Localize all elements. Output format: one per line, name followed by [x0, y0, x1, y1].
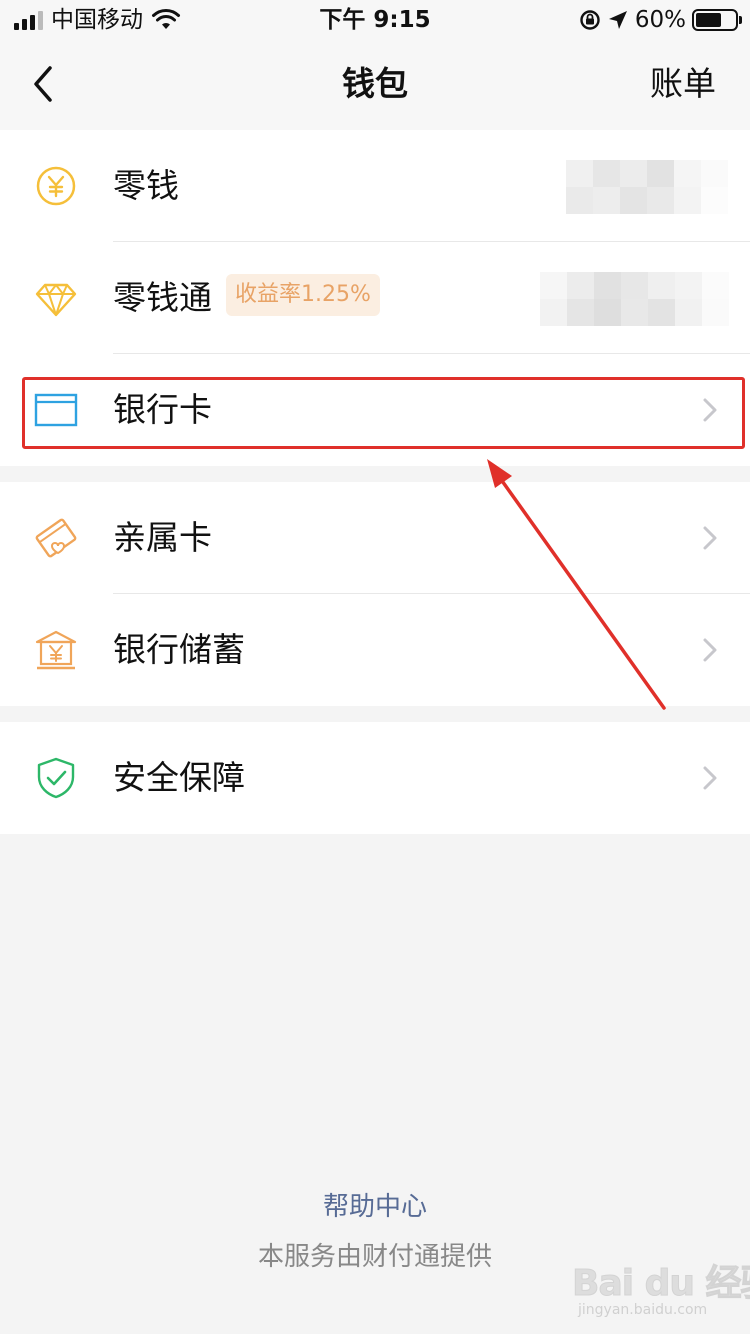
chevron-right-icon — [703, 766, 717, 790]
row-family-card[interactable]: 亲属卡 — [0, 482, 750, 594]
yield-badge: 收益率1.25% — [226, 274, 380, 316]
row-security[interactable]: 安全保障 — [0, 722, 750, 834]
watermark-url: jingyan.baidu.com — [578, 1302, 708, 1318]
services-group: 亲属卡 银行储蓄 — [0, 482, 750, 706]
rotation-lock-icon — [580, 10, 600, 30]
balance-blurred — [566, 160, 728, 214]
security-group: 安全保障 — [0, 722, 750, 834]
watermark-logo: Bai du 经验 — [572, 1263, 750, 1305]
nav-bar: 钱包 账单 — [0, 40, 750, 130]
shield-check-icon — [37, 757, 75, 799]
status-bar: 中国移动 下午 9:15 60% — [0, 0, 750, 40]
lingqiantong-balance-blurred — [540, 272, 729, 326]
chevron-right-icon — [703, 638, 717, 662]
row-family-card-label: 亲属卡 — [113, 518, 212, 557]
row-bank-savings-label: 银行储蓄 — [113, 630, 245, 669]
yuan-coin-icon — [36, 166, 76, 206]
baidu-jingyan-watermark: Bai du 经验 jingyan.baidu.com — [572, 1250, 750, 1324]
battery-fill — [696, 13, 722, 27]
row-security-label: 安全保障 — [113, 758, 245, 797]
row-lingqiantong[interactable]: 零钱通 收益率1.25% — [0, 242, 750, 354]
page-title: 钱包 — [342, 64, 408, 103]
family-card-icon — [35, 518, 77, 558]
diamond-icon — [35, 283, 77, 317]
status-right: 60% — [579, 6, 742, 34]
location-arrow-icon — [608, 11, 627, 29]
row-lingqiantong-label: 零钱通 — [113, 278, 212, 317]
bank-savings-icon — [35, 630, 77, 670]
help-center-link[interactable]: 帮助中心 — [0, 1190, 750, 1224]
row-bank-savings[interactable]: 银行储蓄 — [0, 594, 750, 706]
highlight-box — [22, 377, 745, 449]
row-change-label: 零钱 — [113, 166, 179, 205]
battery-percent: 60% — [634, 7, 686, 33]
chevron-right-icon — [703, 526, 717, 550]
row-change[interactable]: 零钱 — [0, 130, 750, 242]
battery-icon — [692, 9, 742, 31]
bill-button[interactable]: 账单 — [650, 64, 716, 104]
